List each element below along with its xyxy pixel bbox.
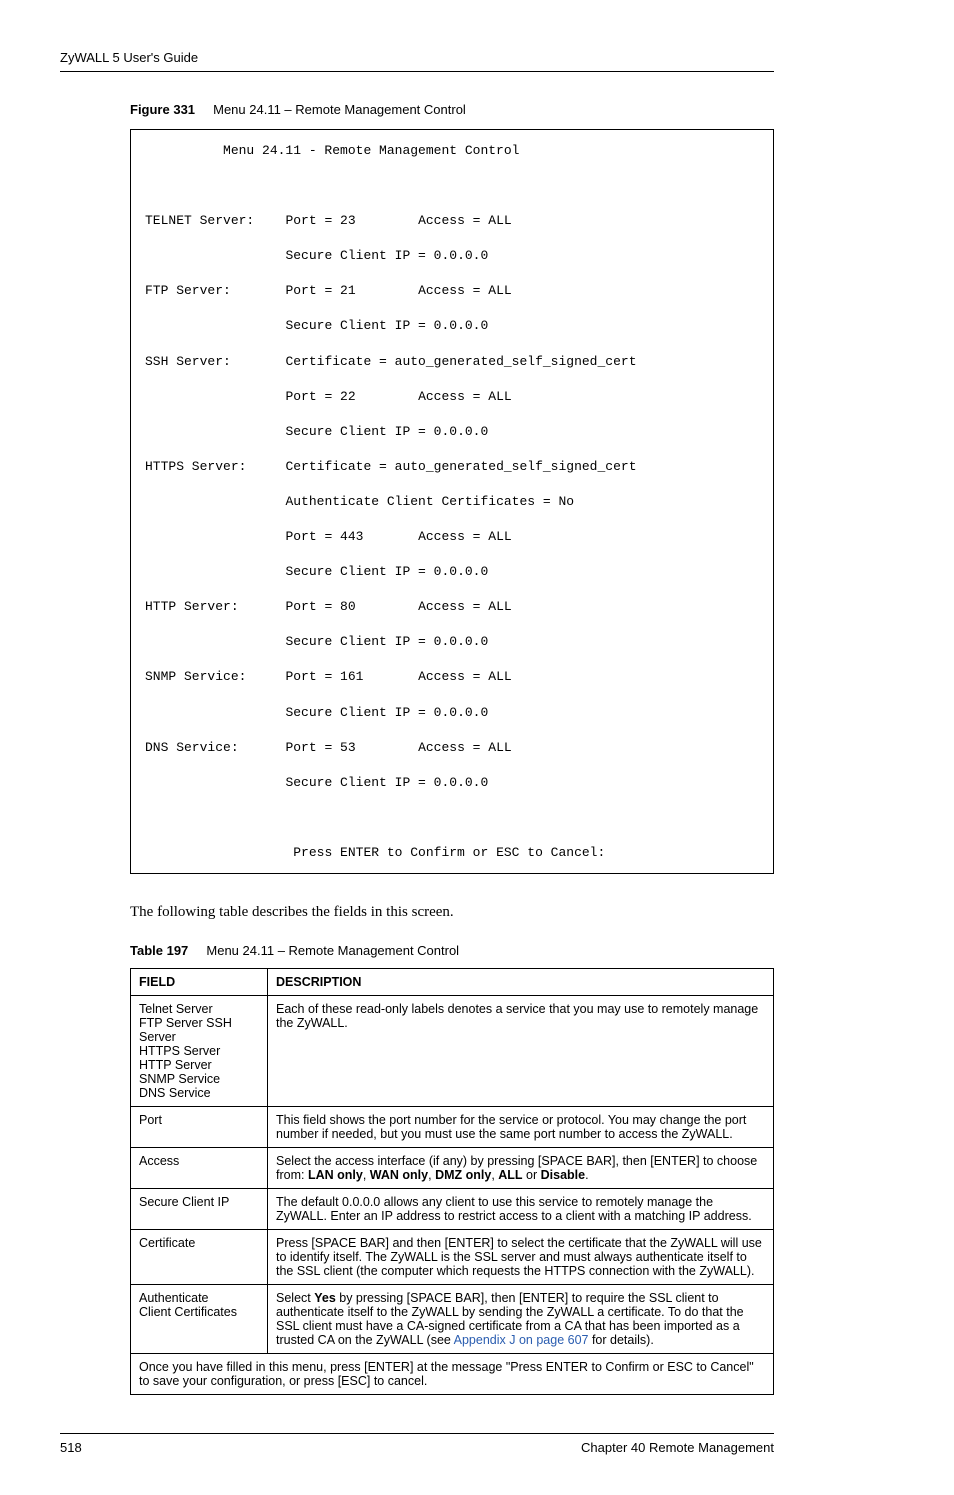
terminal-line: Port = 443 Access = ALL [145, 528, 759, 546]
description-table: FIELD DESCRIPTION Telnet ServerFTP Serve… [130, 968, 774, 1395]
terminal-line: HTTP Server: Port = 80 Access = ALL [145, 598, 759, 616]
terminal-line: SNMP Service: Port = 161 Access = ALL [145, 668, 759, 686]
content: Figure 331 Menu 24.11 – Remote Managemen… [130, 102, 774, 1395]
desc-cell: This field shows the port number for the… [268, 1107, 774, 1148]
figure-title: Menu 24.11 – Remote Management Control [213, 102, 466, 117]
terminal-line: Secure Client IP = 0.0.0.0 [145, 774, 759, 792]
table-row: AuthenticateClient CertificatesSelect Ye… [131, 1285, 774, 1354]
spacer [192, 943, 203, 958]
desc-cell: The default 0.0.0.0 allows any client to… [268, 1189, 774, 1230]
page-number: 518 [60, 1440, 82, 1455]
col-desc: DESCRIPTION [268, 969, 774, 996]
footer-cell: Once you have filled in this menu, press… [131, 1354, 774, 1395]
desc-cell: Each of these read-only labels denotes a… [268, 996, 774, 1107]
terminal-line: FTP Server: Port = 21 Access = ALL [145, 282, 759, 300]
field-cell: Telnet ServerFTP Server SSHServerHTTPS S… [131, 996, 268, 1107]
terminal-line: Menu 24.11 - Remote Management Control [145, 142, 759, 160]
terminal-line: SSH Server: Certificate = auto_generated… [145, 353, 759, 371]
terminal-line: Secure Client IP = 0.0.0.0 [145, 423, 759, 441]
table-title: Menu 24.11 – Remote Management Control [206, 943, 459, 958]
figure-label: Figure 331 [130, 102, 195, 117]
table-row: Telnet ServerFTP Server SSHServerHTTPS S… [131, 996, 774, 1107]
field-cell: AuthenticateClient Certificates [131, 1285, 268, 1354]
terminal-line: Secure Client IP = 0.0.0.0 [145, 317, 759, 335]
desc-cell: Select Yes by pressing [SPACE BAR], then… [268, 1285, 774, 1354]
table-caption: Table 197 Menu 24.11 – Remote Management… [130, 943, 774, 958]
intro-text: The following table describes the fields… [130, 904, 774, 921]
table-footer-row: Once you have filled in this menu, press… [131, 1354, 774, 1395]
figure-caption: Figure 331 Menu 24.11 – Remote Managemen… [130, 102, 774, 117]
terminal-line: Secure Client IP = 0.0.0.0 [145, 247, 759, 265]
table-header-row: FIELD DESCRIPTION [131, 969, 774, 996]
table-label: Table 197 [130, 943, 188, 958]
spacer [199, 102, 210, 117]
terminal-line: TELNET Server: Port = 23 Access = ALL [145, 212, 759, 230]
table-row: AccessSelect the access interface (if an… [131, 1148, 774, 1189]
page-header: ZyWALL 5 User's Guide [60, 50, 774, 72]
table-row: Secure Client IPThe default 0.0.0.0 allo… [131, 1189, 774, 1230]
field-cell: Certificate [131, 1230, 268, 1285]
terminal-screen: Menu 24.11 - Remote Management Control T… [130, 129, 774, 874]
page-footer: 518 Chapter 40 Remote Management [60, 1433, 774, 1455]
table-row: CertificatePress [SPACE BAR] and then [E… [131, 1230, 774, 1285]
terminal-line [145, 809, 759, 827]
terminal-line [145, 177, 759, 195]
desc-cell: Select the access interface (if any) by … [268, 1148, 774, 1189]
desc-cell: Press [SPACE BAR] and then [ENTER] to se… [268, 1230, 774, 1285]
terminal-line: Press ENTER to Confirm or ESC to Cancel: [145, 844, 759, 862]
terminal-line: Secure Client IP = 0.0.0.0 [145, 633, 759, 651]
field-cell: Secure Client IP [131, 1189, 268, 1230]
appendix-link[interactable]: Appendix J on page 607 [454, 1333, 589, 1347]
terminal-line: Secure Client IP = 0.0.0.0 [145, 704, 759, 722]
col-field: FIELD [131, 969, 268, 996]
terminal-line: HTTPS Server: Certificate = auto_generat… [145, 458, 759, 476]
terminal-line: Secure Client IP = 0.0.0.0 [145, 563, 759, 581]
guide-title: ZyWALL 5 User's Guide [60, 50, 198, 65]
terminal-line: DNS Service: Port = 53 Access = ALL [145, 739, 759, 757]
chapter-label: Chapter 40 Remote Management [581, 1440, 774, 1455]
field-cell: Access [131, 1148, 268, 1189]
table-row: PortThis field shows the port number for… [131, 1107, 774, 1148]
field-cell: Port [131, 1107, 268, 1148]
terminal-line: Port = 22 Access = ALL [145, 388, 759, 406]
terminal-line: Authenticate Client Certificates = No [145, 493, 759, 511]
